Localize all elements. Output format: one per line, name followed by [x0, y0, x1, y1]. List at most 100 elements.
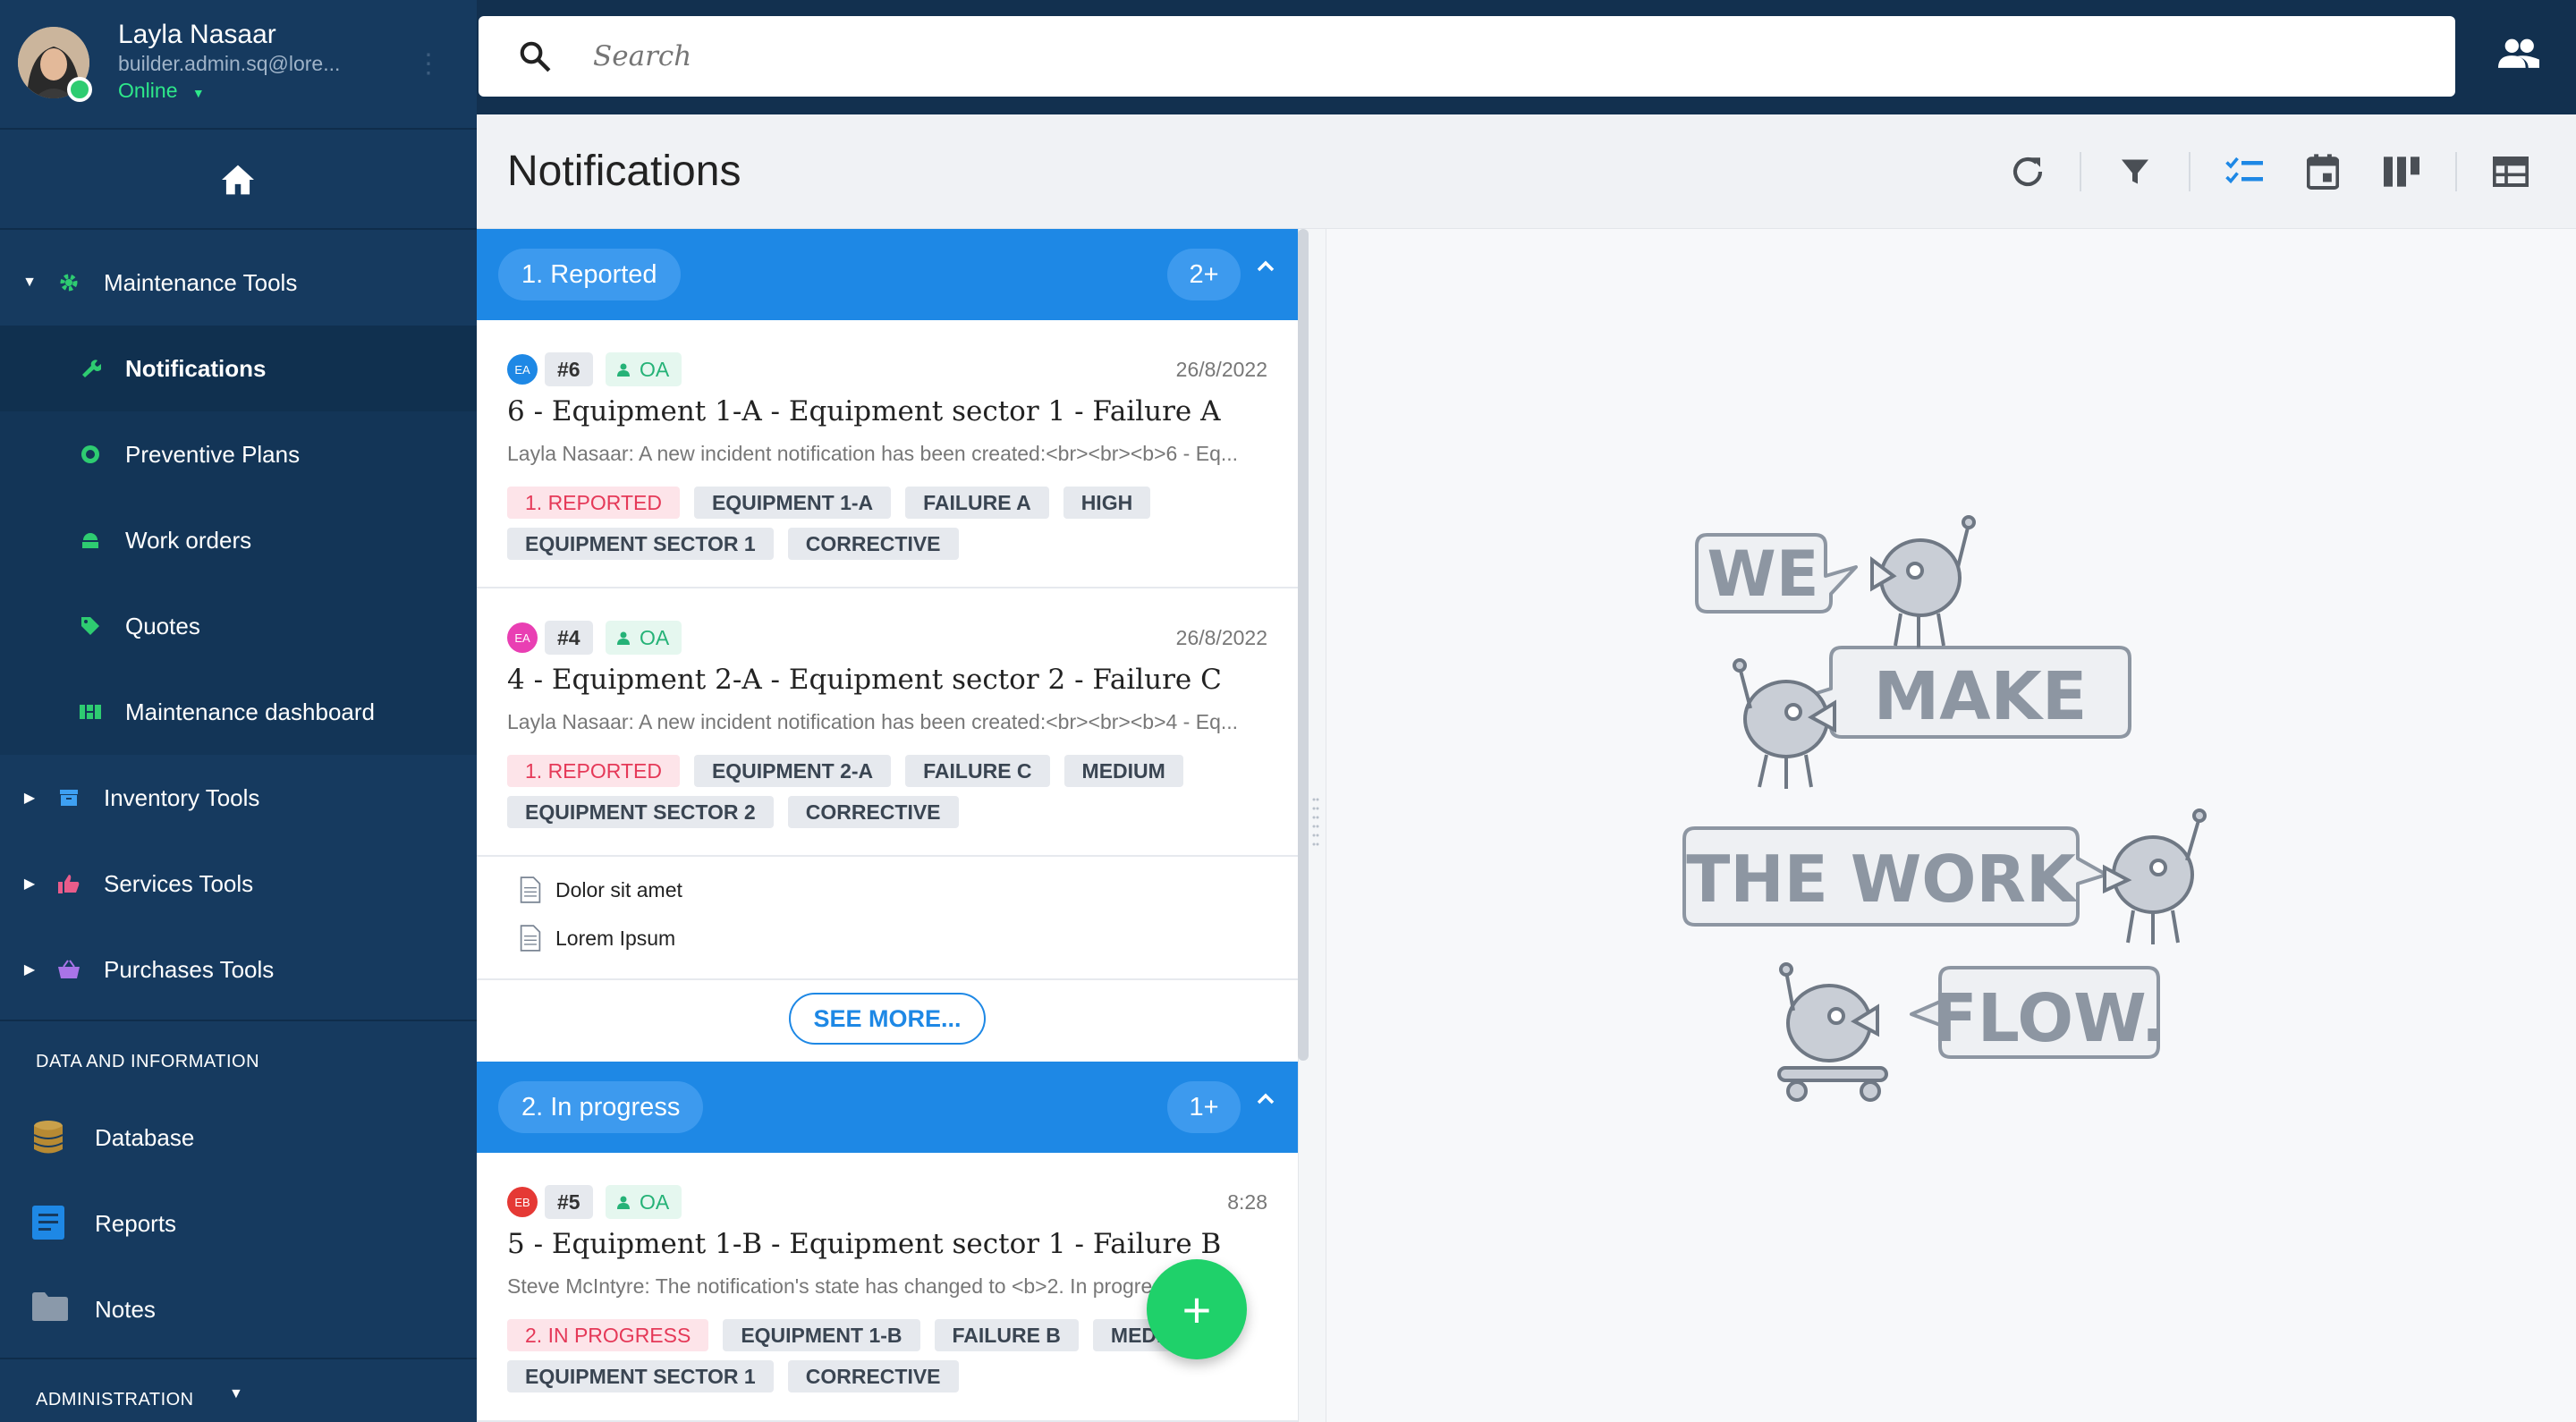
- user-email: builder.admin.sq@lore...: [118, 52, 341, 75]
- assignee-label: OA: [640, 1189, 670, 1214]
- page-header: Notifications: [477, 114, 2576, 229]
- report-icon: [32, 1206, 68, 1241]
- group-label: 2. In progress: [498, 1081, 704, 1133]
- attachment-item[interactable]: Dolor sit amet: [520, 876, 682, 903]
- sidebar-item-reports[interactable]: Reports: [0, 1181, 477, 1266]
- notification-title: 6 - Equipment 1-A - Equipment sector 1 -…: [507, 395, 1221, 427]
- attachment-list: Dolor sit amet Lorem Ipsum: [477, 857, 1298, 980]
- folder-icon: [32, 1291, 68, 1327]
- add-button[interactable]: +: [1147, 1259, 1247, 1359]
- chip: FAILURE A: [905, 487, 1049, 519]
- notification-date: 8:28: [1227, 1190, 1267, 1214]
- detail-pane: WE MAKE THE WORK FLOW.: [1326, 229, 2576, 1422]
- drag-handle-icon[interactable]: [1312, 796, 1319, 853]
- caret-right-icon: ▶: [23, 876, 36, 892]
- avatar: EA: [507, 354, 538, 385]
- calendar-icon[interactable]: [2301, 150, 2344, 193]
- search-input[interactable]: [593, 34, 2292, 79]
- sidebar-group-maintenance-tools[interactable]: ▼ Maintenance Tools: [0, 240, 477, 326]
- sidebar-item-work-orders[interactable]: Work orders: [0, 497, 477, 583]
- divider: [0, 1358, 477, 1359]
- scrollbar[interactable]: [1298, 229, 1309, 1061]
- filter-icon[interactable]: [2114, 150, 2157, 193]
- we-make-the-work-flow-illustration: WE MAKE THE WORK FLOW.: [1682, 515, 2207, 1102]
- sidebar-item-notifications[interactable]: Notifications: [0, 326, 477, 411]
- assignee-label: OA: [640, 625, 670, 649]
- chip: EQUIPMENT SECTOR 2: [507, 796, 774, 828]
- tag-icon: [79, 614, 102, 638]
- table-view-icon[interactable]: [2489, 150, 2532, 193]
- see-more-button[interactable]: SEE MORE...: [789, 993, 986, 1045]
- notification-description: Layla Nasaar: A new incident notificatio…: [507, 710, 1239, 733]
- chevron-up-icon[interactable]: [1255, 256, 1276, 277]
- chip: HIGH: [1063, 487, 1151, 519]
- gear-icon: [57, 271, 80, 294]
- sidebar-item-database[interactable]: Database: [0, 1095, 477, 1181]
- plus-icon: +: [1182, 1281, 1212, 1338]
- sidebar-item-maintenance-dashboard[interactable]: Maintenance dashboard: [0, 669, 477, 755]
- chip: EQUIPMENT 1-A: [693, 487, 892, 519]
- sidebar-group-purchases-tools[interactable]: ▶ Purchases Tools: [0, 927, 477, 1012]
- database-icon: [32, 1120, 68, 1155]
- list-view-icon[interactable]: [2223, 150, 2266, 193]
- chip: CORRECTIVE: [787, 528, 959, 560]
- illustration-word: THE WORK: [1686, 842, 2078, 917]
- worker-icon: [79, 529, 102, 552]
- section-label-data: DATA AND INFORMATION: [36, 1052, 260, 1071]
- attachment-name: Dolor sit amet: [555, 877, 682, 901]
- caret-down-icon[interactable]: ▼: [229, 1386, 243, 1402]
- group-header-reported[interactable]: 1. Reported 2+: [477, 229, 1298, 320]
- sidebar-item-label: Reports: [95, 1209, 177, 1237]
- notification-list: 1. Reported 2+ EA #6 OA 26/8/2022 6 - Eq…: [477, 229, 1298, 1422]
- notification-number: #6: [545, 352, 593, 386]
- sidebar-item-notes[interactable]: Notes: [0, 1266, 477, 1352]
- sidebar-group-services-tools[interactable]: ▶ Services Tools: [0, 841, 477, 927]
- sidebar-item-label: Notes: [95, 1295, 156, 1323]
- sidebar-item-label: Maintenance dashboard: [125, 698, 375, 725]
- chip: FAILURE C: [905, 755, 1050, 787]
- sidebar-item-preventive-plans[interactable]: Preventive Plans: [0, 411, 477, 497]
- page-title: Notifications: [507, 148, 741, 195]
- caret-right-icon: ▶: [23, 962, 36, 978]
- assignee-tag: OA: [606, 1185, 682, 1219]
- section-label-administration: ADMINISTRATION: [36, 1390, 194, 1409]
- notification-title: 4 - Equipment 2-A - Equipment sector 2 -…: [507, 664, 1222, 696]
- sidebar-group-inventory-tools[interactable]: ▶ Inventory Tools: [0, 755, 477, 841]
- attachment-item[interactable]: Lorem Ipsum: [520, 925, 675, 952]
- top-bar: [477, 0, 2576, 114]
- kanban-icon[interactable]: [2380, 150, 2423, 193]
- home-button[interactable]: [0, 130, 477, 230]
- search-bar[interactable]: [479, 16, 2455, 97]
- chip: EQUIPMENT 1-B: [723, 1319, 920, 1351]
- home-icon: [222, 165, 254, 195]
- basket-icon: [57, 958, 80, 981]
- kebab-menu-icon[interactable]: ⋮: [415, 48, 442, 80]
- notification-card[interactable]: EA #4 OA 26/8/2022 4 - Equipment 2-A - E…: [477, 588, 1298, 857]
- document-icon: [520, 876, 541, 903]
- group-header-in-progress[interactable]: 2. In progress 1+: [477, 1062, 1298, 1153]
- online-indicator: [67, 77, 92, 102]
- people-icon[interactable]: [2498, 38, 2539, 72]
- notification-number: #5: [545, 1185, 593, 1219]
- group-count-badge: 2+: [1167, 249, 1241, 300]
- notification-date: 26/8/2022: [1175, 626, 1267, 649]
- notification-description: Steve McIntyre: The notification's state…: [507, 1274, 1174, 1298]
- sidebar-item-quotes[interactable]: Quotes: [0, 583, 477, 669]
- refresh-icon[interactable]: [2006, 150, 2049, 193]
- notification-date: 26/8/2022: [1175, 358, 1267, 381]
- notification-card[interactable]: EA #6 OA 26/8/2022 6 - Equipment 1-A - E…: [477, 320, 1298, 588]
- sidebar-group-label: Purchases Tools: [104, 955, 275, 983]
- illustration-word: FLOW.: [1932, 980, 2166, 1057]
- user-status-label: Online: [118, 79, 178, 102]
- chip-list: 1. REPORTED EQUIPMENT 1-A FAILURE A HIGH…: [507, 487, 1267, 560]
- user-name: Layla Nasaar: [118, 20, 276, 49]
- chip: EQUIPMENT SECTOR 1: [507, 528, 774, 560]
- attachment-name: Lorem Ipsum: [555, 926, 676, 950]
- user-status-dropdown[interactable]: Online ▼: [118, 79, 205, 103]
- chip: MEDIUM: [1063, 755, 1183, 787]
- sidebar-group-label: Services Tools: [104, 869, 254, 897]
- sidebar-group-label: Maintenance Tools: [104, 268, 298, 296]
- status-chip: 1. REPORTED: [507, 487, 680, 519]
- chevron-up-icon[interactable]: [1255, 1088, 1276, 1110]
- caret-down-icon: ▼: [191, 86, 205, 100]
